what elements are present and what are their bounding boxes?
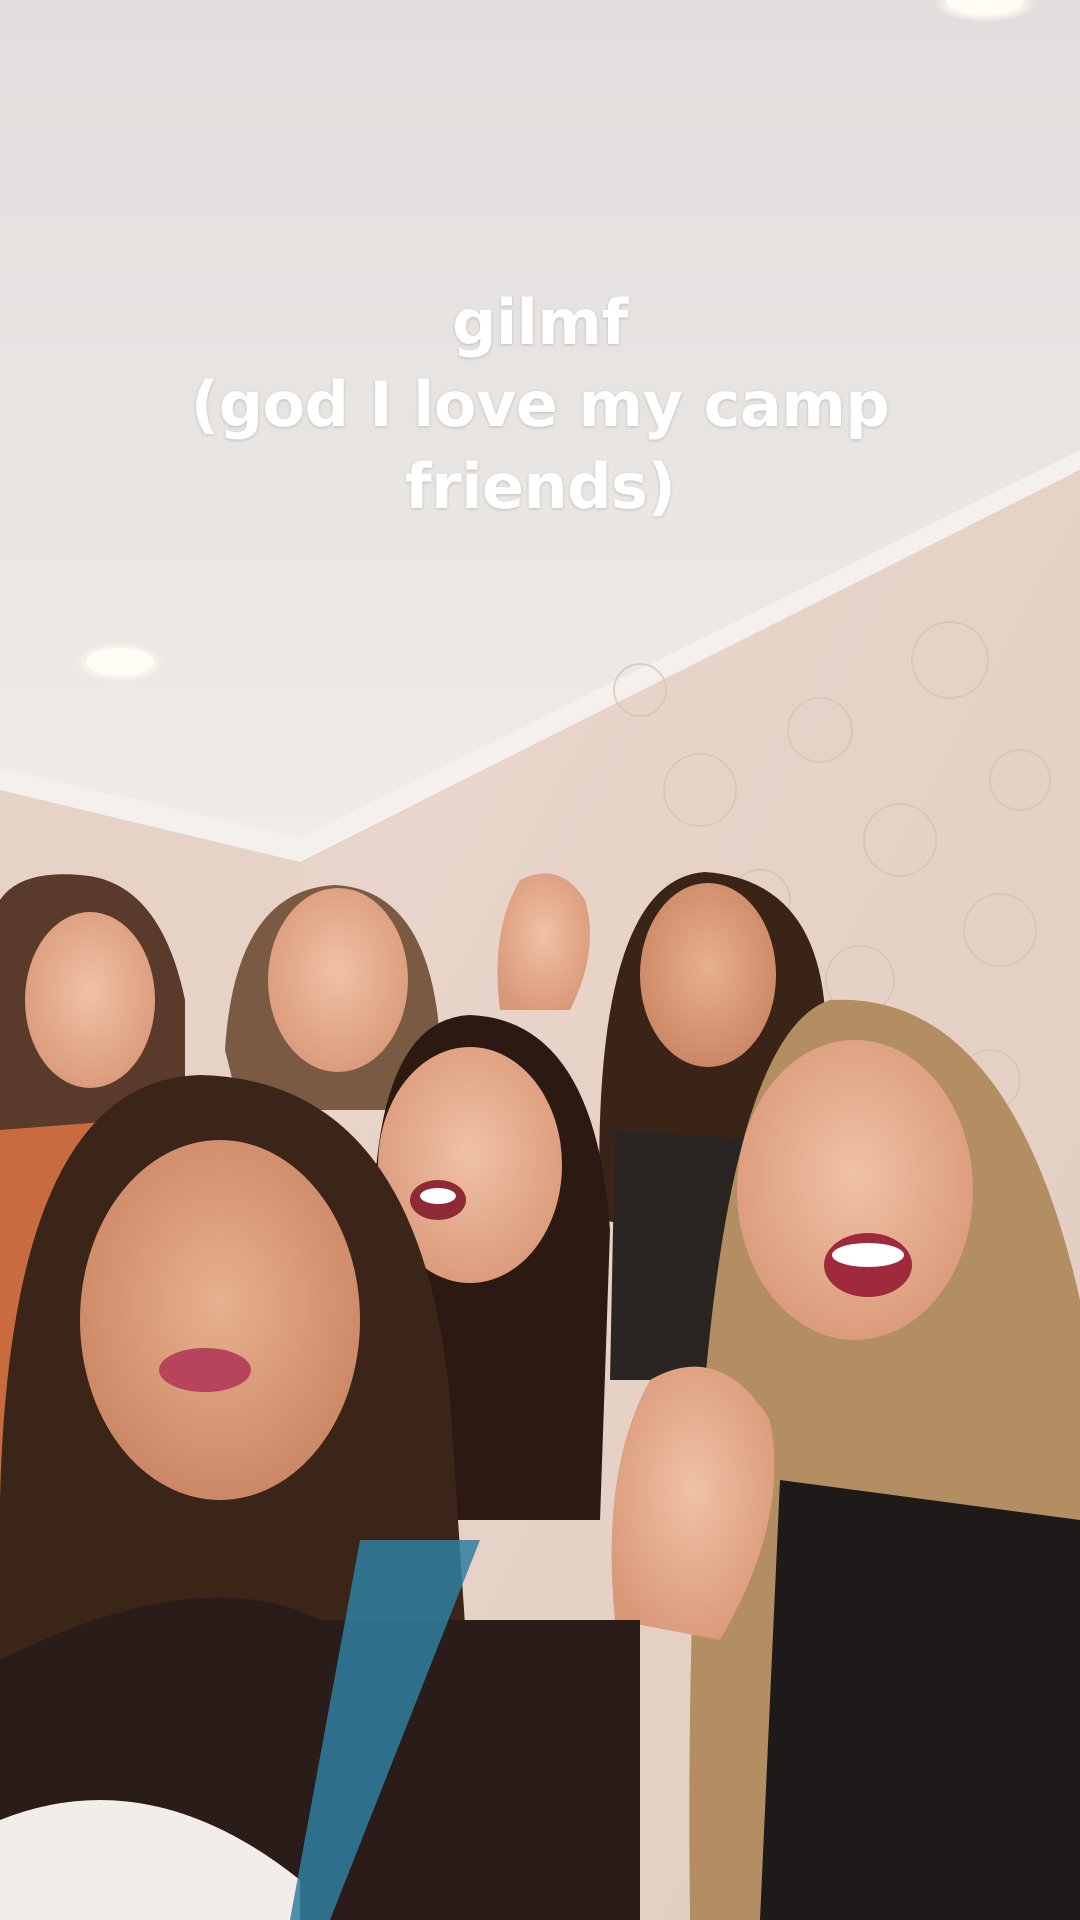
caption-line-2: (god I love my camp — [190, 368, 890, 441]
caption-line-3: friends) — [404, 450, 676, 523]
video-frame: gilmf (god I love my camp friends) — [0, 0, 1080, 1920]
caption-line-1: gilmf — [452, 286, 628, 359]
video-caption: gilmf (god I love my camp friends) — [140, 282, 940, 528]
